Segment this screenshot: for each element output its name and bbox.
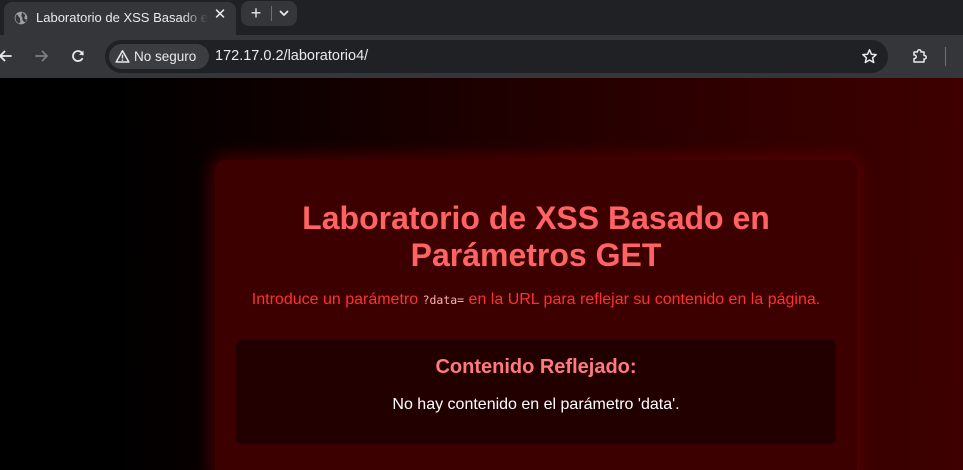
reflected-content: No hay contenido en el parámetro 'data'. [392,396,680,413]
reflected-heading: Contenido Reflejado: [435,356,637,378]
page-title: Laboratorio de XSS Basado en Parámetros … [302,200,770,273]
instructions-after: en la URL para reflejar su contenido en … [464,291,821,308]
arrow-right-icon[interactable] [33,47,51,65]
url-text[interactable]: 172.17.0.2/laboratorio4/ [215,48,368,64]
reflected-content-box: Contenido Reflejado: No hay contenido en… [236,340,836,444]
tab-title: Laboratorio de XSS Basado en Parámetros … [36,10,208,25]
close-icon[interactable]: ✕ [212,7,228,23]
tab-active[interactable]: Laboratorio de XSS Basado en Parámetros … [4,2,236,35]
puzzle-icon[interactable] [911,47,929,65]
security-chip[interactable]: No seguro [109,44,209,69]
tab-strip: Laboratorio de XSS Basado en Parámetros … [0,0,963,35]
globe-icon [14,11,28,25]
warning-triangle-icon [115,50,130,63]
reload-icon[interactable] [69,47,87,65]
tab-actions: + [241,1,297,26]
tab-actions-divider [271,6,272,21]
toolbar-divider [945,47,946,66]
page-content: Laboratorio de XSS Basado en Parámetros … [0,78,963,470]
security-label: No seguro [134,49,197,64]
instructions-before: Introduce un parámetro [251,291,423,308]
chevron-down-icon[interactable] [276,5,292,21]
instructions-text: Introduce un parámetro ?data= en la URL … [215,291,857,309]
plus-icon[interactable]: + [247,4,265,22]
browser-toolbar: No seguro 172.17.0.2/laboratorio4/ [0,35,963,78]
star-icon[interactable] [861,48,878,65]
address-bar[interactable]: No seguro 172.17.0.2/laboratorio4/ [105,40,888,73]
arrow-left-icon[interactable] [0,47,14,65]
param-code: ?data= [422,293,465,307]
lab-card: Laboratorio de XSS Basado en Parámetros … [215,160,857,470]
